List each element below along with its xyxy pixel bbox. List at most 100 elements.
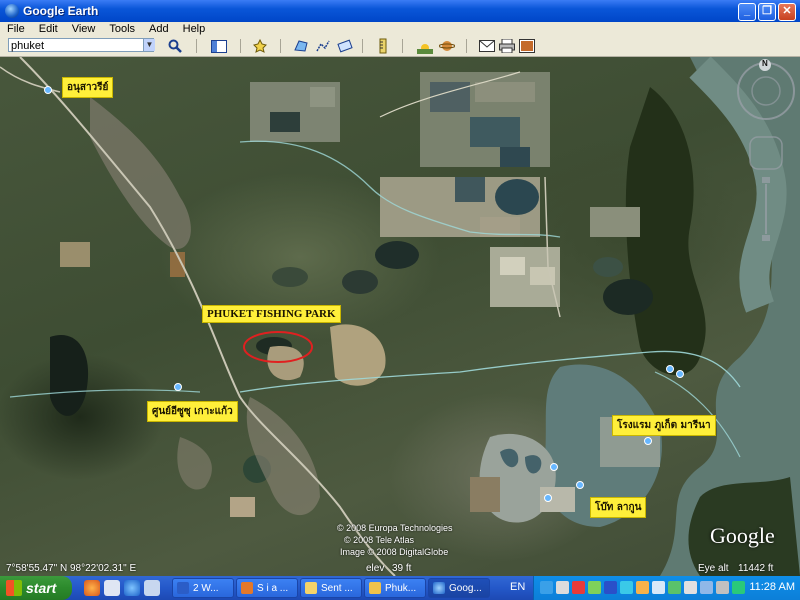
network-icon[interactable]: [540, 581, 553, 594]
printer-icon: [499, 39, 515, 53]
ruler-icon: [379, 38, 387, 54]
toolbar-separator: [280, 39, 281, 53]
add-path-button[interactable]: [314, 38, 332, 54]
tray-app-icon[interactable]: [556, 581, 569, 594]
clock: 11:28 AM: [749, 581, 795, 593]
navigation-controls[interactable]: [736, 59, 798, 249]
task-label: 2 W...: [193, 583, 219, 594]
window-controls: _ ❐ ✕: [738, 3, 796, 21]
show-desktop-icon[interactable]: [104, 580, 120, 596]
toolbar: phuket ▼: [0, 36, 800, 57]
sun-icon: [417, 44, 433, 54]
tray-app-icon[interactable]: [636, 581, 649, 594]
overlay-icon: [337, 39, 353, 53]
tray-app-icon[interactable]: [668, 581, 681, 594]
envelope-icon: [479, 40, 495, 52]
antivirus-icon[interactable]: [572, 581, 585, 594]
search-input[interactable]: phuket: [8, 38, 154, 52]
folder-icon: [369, 582, 381, 594]
minimize-button[interactable]: _: [738, 3, 756, 21]
print-button[interactable]: [498, 38, 516, 54]
planet-icon: [439, 41, 455, 51]
polygon-icon: [294, 40, 308, 52]
taskbar-item-google-earth[interactable]: Goog...: [428, 578, 490, 598]
compass-north-label: N: [762, 59, 768, 68]
bluetooth-icon[interactable]: [604, 581, 617, 594]
path-icon: [316, 40, 330, 52]
messenger-icon[interactable]: [620, 581, 633, 594]
menu-add[interactable]: Add: [142, 23, 176, 35]
mail-icon: [305, 582, 317, 594]
satellite-imagery: [0, 57, 800, 576]
windows-logo-icon: [6, 580, 22, 596]
task-label: S i a ...: [257, 583, 289, 594]
google-logo: Google: [710, 523, 775, 548]
pointer-coordinates: 7°58'55.47" N 98°22'02.31" E: [6, 563, 137, 574]
taskbar-item-firefox[interactable]: S i a ...: [236, 578, 298, 598]
menu-file[interactable]: File: [0, 23, 32, 35]
taskbar-item-word[interactable]: 2 W...: [172, 578, 234, 598]
google-earth-icon: [433, 582, 445, 594]
search-dropdown-icon[interactable]: ▼: [143, 39, 155, 51]
ie-icon[interactable]: [124, 580, 140, 596]
toolbar-separator: [196, 39, 197, 53]
google-earth-icon: [5, 4, 19, 18]
close-button[interactable]: ✕: [778, 3, 796, 21]
tray-app-icon[interactable]: [700, 581, 713, 594]
add-overlay-button[interactable]: [336, 38, 354, 54]
taskbar-item-phuket[interactable]: Phuk...: [364, 578, 426, 598]
menu-help[interactable]: Help: [176, 23, 213, 35]
tray-app-icon[interactable]: [684, 581, 697, 594]
add-polygon-button[interactable]: [292, 38, 310, 54]
save-image-button[interactable]: [518, 38, 536, 54]
elevation-value: 39 ft: [392, 563, 412, 574]
label-boat-lagoon: โบ๊ท ลากูน: [590, 497, 647, 518]
task-label: Goog...: [449, 583, 482, 594]
copyright-europa: © 2008 Europa Technologies: [337, 523, 453, 533]
magnifier-icon: [168, 39, 182, 53]
image-icon: [519, 39, 535, 53]
toolbar-separator: [362, 39, 363, 53]
language-indicator[interactable]: EN: [510, 581, 525, 593]
menu-tools[interactable]: Tools: [102, 23, 142, 35]
taskbar: start 2 W... S i a ... Sent ... Phuk... …: [0, 576, 800, 600]
firefox-icon: [241, 582, 253, 594]
sidebar-icon: [211, 39, 227, 53]
word-icon: [177, 582, 189, 594]
title-bar: Google Earth _ ❐ ✕: [0, 0, 800, 22]
toolbar-separator: [466, 39, 467, 53]
tray-app-icon[interactable]: [652, 581, 665, 594]
menu-edit[interactable]: Edit: [32, 23, 65, 35]
map-view[interactable]: อนุสาวรีย์ PHUKET FISHING PARK ศูนย์อีซู…: [0, 57, 800, 576]
copyright-digitalglobe: Image © 2008 DigitalGlobe: [340, 547, 449, 557]
planets-button[interactable]: [438, 38, 456, 54]
sidebar-toggle-button[interactable]: [210, 38, 228, 54]
system-tray: 11:28 AM: [533, 576, 800, 600]
label-isuzu-center: ศูนย์อีซูซุ เกาะแก้ว: [147, 401, 238, 422]
sunlight-button[interactable]: [416, 38, 434, 54]
start-label: start: [26, 580, 57, 596]
window-title: Google Earth: [23, 4, 99, 18]
label-phuket-marina-hotel: โรงแรม ภูเก็ต มารีนา: [612, 415, 716, 436]
start-button[interactable]: start: [0, 576, 72, 600]
tray-app-icon[interactable]: [732, 581, 745, 594]
placemark-icon: [253, 38, 267, 53]
label-phuket-fishing-park: PHUKET FISHING PARK: [202, 305, 341, 323]
search-button[interactable]: [166, 38, 184, 54]
add-placemark-button[interactable]: [251, 38, 269, 54]
email-button[interactable]: [478, 38, 496, 54]
eye-altitude-label: Eye alt: [698, 563, 729, 574]
elevation-label: elev: [366, 563, 385, 574]
restore-button[interactable]: ❐: [758, 3, 776, 21]
menu-view[interactable]: View: [65, 23, 103, 35]
toolbar-separator: [240, 39, 241, 53]
task-label: Phuk...: [385, 583, 417, 594]
toolbar-separator: [402, 39, 403, 53]
taskbar-item-sent[interactable]: Sent ...: [300, 578, 362, 598]
quicklaunch-more-icon[interactable]: [144, 580, 160, 596]
tray-app-icon[interactable]: [588, 581, 601, 594]
ruler-button[interactable]: [374, 38, 392, 54]
task-label: Sent ...: [321, 583, 353, 594]
volume-icon[interactable]: [716, 581, 729, 594]
firefox-icon[interactable]: [84, 580, 100, 596]
